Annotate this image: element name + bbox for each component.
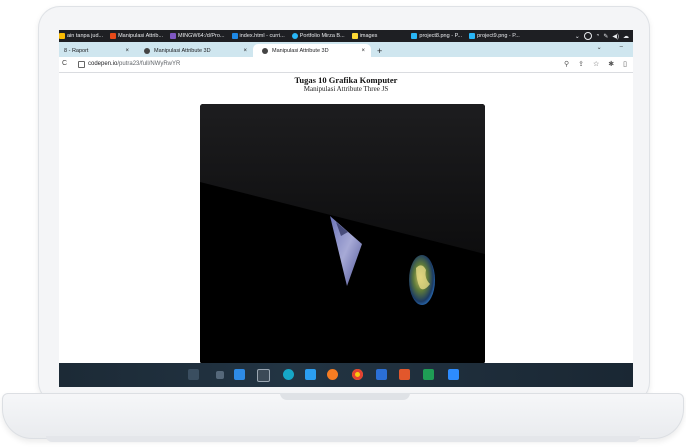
close-icon[interactable]: × xyxy=(243,48,247,54)
tab-manipulasi-1[interactable]: Manipulasi Attribute 3D × xyxy=(135,44,253,57)
bookmark-6[interactable]: project8.png - P... xyxy=(411,33,462,39)
bookmark-3-icon xyxy=(231,33,238,39)
excel-icon[interactable] xyxy=(423,369,434,380)
bookmark-4-label: Portfolio Mirza B... xyxy=(299,33,345,39)
chrome-icon[interactable] xyxy=(352,369,363,380)
star-icon[interactable]: ☆ xyxy=(593,60,599,68)
pen-icon[interactable]: ✎ xyxy=(603,33,608,40)
widgets-icon[interactable] xyxy=(188,369,199,380)
address-bar: C codepen.io/putra23/full/NWyRwYR ⚲ ⇪ ☆ … xyxy=(59,57,633,73)
address-actions: ⚲ ⇪ ☆ ✱ ▯ xyxy=(564,60,627,68)
bookmark-7[interactable]: project9.png - P... xyxy=(469,33,520,39)
codepen-icon xyxy=(144,47,150,54)
bookmark-7-icon xyxy=(469,33,476,39)
bookmark-4[interactable]: Portfolio Mirza B... xyxy=(291,33,345,39)
bookmark-3[interactable]: index.html - curri... xyxy=(231,33,285,39)
tab-raport[interactable]: 8 - Raport × xyxy=(59,44,135,57)
search-icon[interactable] xyxy=(216,371,224,379)
tab-manipulasi-1-label: Manipulasi Attribute 3D xyxy=(154,47,211,54)
scene-render xyxy=(200,104,485,364)
zoom-icon[interactable]: ⚲ xyxy=(564,60,569,68)
powerpoint-icon[interactable] xyxy=(399,369,410,380)
start-icon[interactable] xyxy=(234,369,245,380)
edge-icon[interactable] xyxy=(583,32,592,40)
url-path: /putra23/full/NWyRwYR xyxy=(117,60,181,67)
bookmark-6-label: project8.png - P... xyxy=(419,33,463,39)
bookmark-1-icon xyxy=(110,33,117,39)
bookmark-1-label: Manipulasi Attrib... xyxy=(118,33,164,39)
bookmark-5-label: images xyxy=(359,33,378,39)
bookmark-2-label: MINGW64:/d/Pro... xyxy=(178,33,225,39)
bookmark-3-label: index.html - curri... xyxy=(239,33,285,39)
bookmark-2-icon xyxy=(170,33,177,39)
page-title: Tugas 10 Grafika Komputer xyxy=(294,75,398,85)
laptop-base xyxy=(2,393,684,439)
bookmark-7-label: project9.png - P... xyxy=(477,33,520,39)
page-content: Tugas 10 Grafika Komputer Manipulasi Att… xyxy=(59,73,633,364)
tab-manipulasi-active[interactable]: Manipulasi Attribute 3D × xyxy=(253,44,371,57)
threejs-canvas[interactable] xyxy=(200,104,485,364)
bookmark-5[interactable]: images xyxy=(351,33,378,39)
vscode-icon[interactable] xyxy=(305,369,316,380)
cloud-icon[interactable]: ☁ xyxy=(623,33,629,40)
tab-search-button[interactable]: ⌄ xyxy=(597,44,602,51)
close-icon[interactable]: × xyxy=(125,48,129,54)
laptop-foot xyxy=(46,436,640,442)
reload-icon[interactable]: C xyxy=(62,60,67,67)
lock-icon[interactable] xyxy=(78,61,85,68)
task-view-icon[interactable] xyxy=(257,369,270,382)
share-icon[interactable]: ⇪ xyxy=(578,60,584,68)
wifi-icon[interactable]: ◔ xyxy=(596,33,600,39)
tab-raport-label: 8 - Raport xyxy=(64,47,89,54)
taskbar xyxy=(59,363,633,387)
tab-manipulasi-active-label: Manipulasi Attribute 3D xyxy=(272,47,329,54)
extensions-icon[interactable]: ✱ xyxy=(608,60,614,68)
minimize-button[interactable]: – xyxy=(620,44,623,51)
volume-icon[interactable]: ◀) xyxy=(612,33,619,40)
page-subtitle: Manipulasi Attribute Three JS xyxy=(303,85,389,93)
url-field[interactable]: codepen.io/putra23/full/NWyRwYR xyxy=(88,61,180,67)
bookmark-2[interactable]: MINGW64:/d/Pro... xyxy=(170,33,225,39)
bookmark-0[interactable]: ain tanpa jud... xyxy=(59,33,103,39)
bookmark-5-icon xyxy=(351,33,358,39)
sidebar-icon[interactable]: ▯ xyxy=(623,60,627,68)
bookmark-0-label: ain tanpa jud... xyxy=(67,33,104,39)
chevron-down-icon[interactable]: ⌄ xyxy=(575,33,580,40)
close-icon[interactable]: × xyxy=(361,48,365,54)
bookmark-1[interactable]: Manipulasi Attrib... xyxy=(110,33,163,39)
codepen-icon xyxy=(262,47,268,54)
url-host: codepen.io xyxy=(88,60,118,67)
tab-strip: 8 - Raport × Manipulasi Attribute 3D × M… xyxy=(59,42,633,57)
bookmarks-bar: ain tanpa jud... Manipulasi Attrib... MI… xyxy=(59,30,633,42)
new-tab-button[interactable]: + xyxy=(377,44,382,57)
firefox-icon[interactable] xyxy=(327,369,338,380)
word-icon[interactable] xyxy=(376,369,387,380)
laptop-screen: ain tanpa jud... Manipulasi Attrib... MI… xyxy=(59,30,633,387)
bookmark-0-icon xyxy=(59,33,65,39)
window-controls: ⌄ – xyxy=(597,44,623,51)
bookmark-4-icon xyxy=(291,33,298,39)
zoom-meeting-icon[interactable] xyxy=(448,369,459,380)
terminal-icon[interactable] xyxy=(283,369,294,380)
bookmark-6-icon xyxy=(411,33,418,39)
laptop-notch xyxy=(280,393,410,400)
system-tray-top: ⌄ ◔ ✎ ◀) ☁ xyxy=(575,30,629,42)
